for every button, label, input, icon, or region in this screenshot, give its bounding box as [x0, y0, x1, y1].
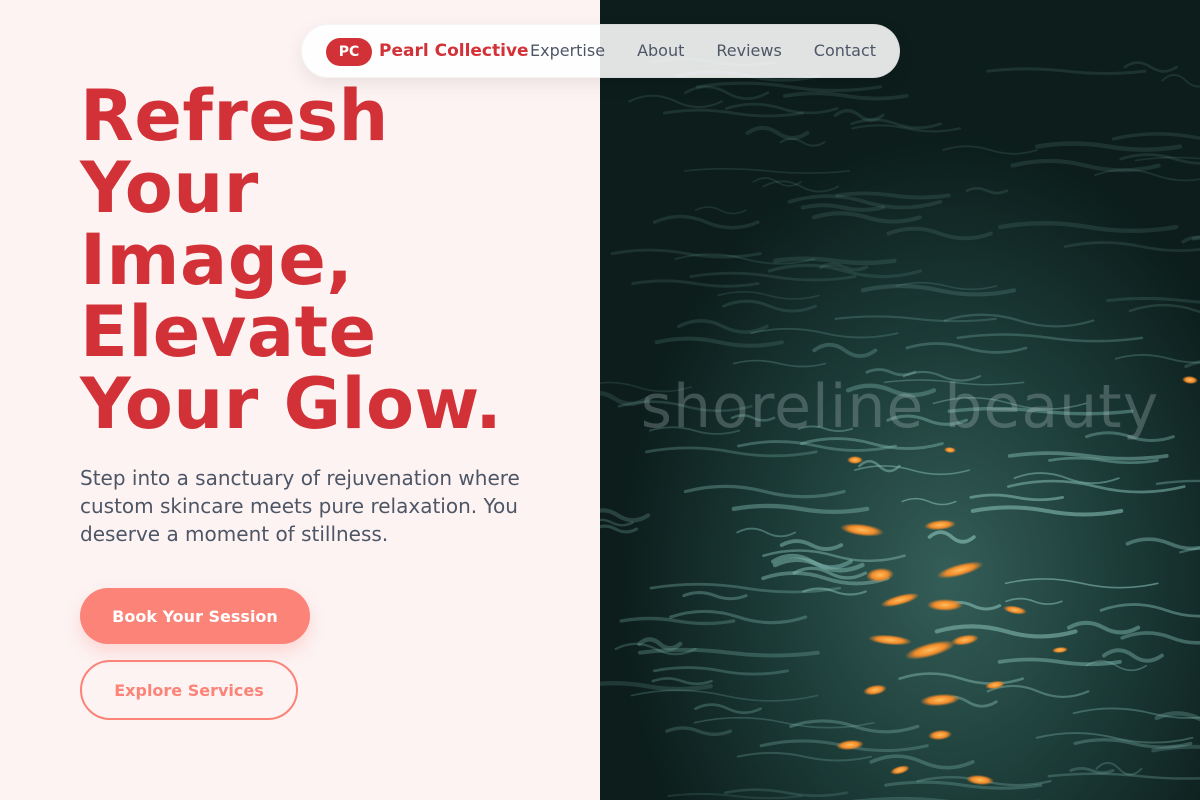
hero-description: Step into a sanctuary of rejuvenation wh… — [80, 466, 520, 546]
book-session-button[interactable]: Book Your Session — [80, 588, 310, 644]
hero-title-line: Image, — [80, 219, 354, 301]
hero-title-line: Refresh — [80, 75, 389, 157]
explore-services-button[interactable]: Explore Services — [80, 660, 298, 720]
hero-left-panel: Refresh Your Image, Elevate Your Glow. S… — [0, 0, 600, 800]
brand-name[interactable]: Pearl Collective — [379, 40, 529, 62]
hero-title: Refresh Your Image, Elevate Your Glow. — [80, 80, 580, 440]
hero-title-line: Elevate — [80, 291, 377, 373]
nav-link-reviews[interactable]: Reviews — [716, 40, 781, 62]
hero-title-line: Your Glow. — [80, 363, 503, 445]
image-watermark: shoreline beauty — [640, 372, 1160, 442]
nav-link-expertise[interactable]: Expertise — [530, 40, 605, 62]
top-nav: PC Pearl Collective Expertise About Revi… — [301, 24, 900, 78]
nav-link-contact[interactable]: Contact — [814, 40, 876, 62]
nav-links: Expertise About Reviews Contact — [530, 40, 876, 62]
hero-title-line: Your — [80, 147, 259, 229]
brand-logo-badge[interactable]: PC — [326, 38, 372, 66]
nav-link-about[interactable]: About — [637, 40, 684, 62]
hero-image-water: shoreline beauty — [600, 0, 1200, 800]
